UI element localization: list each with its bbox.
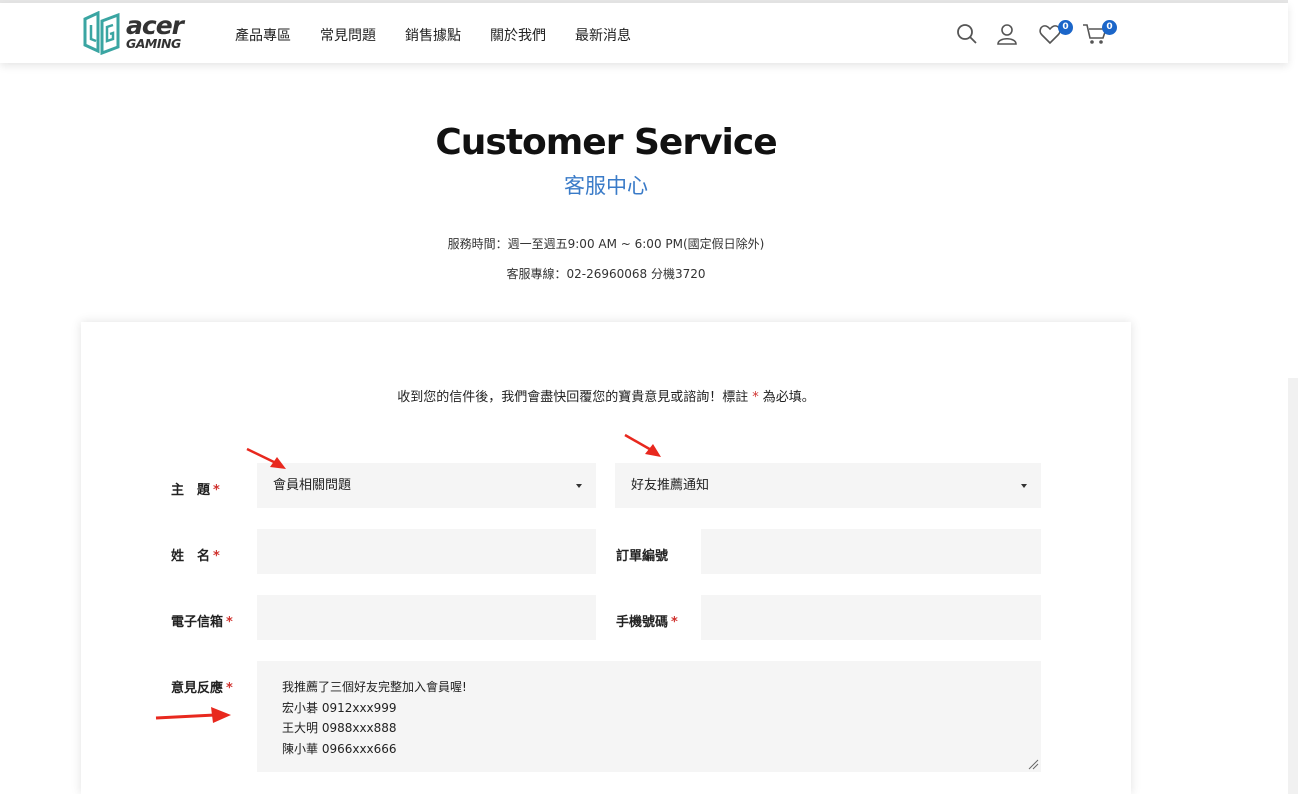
feedback-label: 意見反應 *: [171, 677, 233, 696]
subject-select[interactable]: 會員相關問題: [257, 463, 596, 508]
chevron-down-icon: [1021, 484, 1027, 488]
phone-label: 手機號碼 *: [616, 611, 678, 630]
nav-faq[interactable]: 常見問題: [320, 25, 376, 45]
annotation-arrow-icon: [155, 707, 231, 723]
search-icon: [957, 24, 977, 44]
nav-about[interactable]: 關於我們: [490, 25, 546, 45]
phone-field[interactable]: [701, 595, 1041, 640]
required-mark: *: [226, 681, 233, 696]
page-subtitle: 客服中心: [564, 174, 648, 198]
subject-detail-value: 好友推薦通知: [631, 478, 710, 493]
contact-form-card: 收到您的信件後，我們會盡快回覆您的寶貴意見或諮詢！標註 * 為必填。 主 題 * 會員…: [81, 322, 1131, 794]
logo-mark-icon: [83, 10, 120, 56]
service-hours: 服務時間：週一至週五9:00 AM ~ 6:00 PM(國定假日除外): [447, 237, 765, 251]
notice-text-end: 為必填。: [762, 390, 815, 405]
phone-label-text: 手機號碼: [616, 615, 669, 630]
wishlist-count-badge: 0: [1058, 20, 1073, 35]
feedback-line: 王大明 0988xxx888: [282, 721, 397, 735]
feedback-textarea[interactable]: 我推薦了三個好友完整加入會員喔! 宏小碁 0912xxx999 王大明 0988…: [257, 661, 1041, 772]
notice-required-mark: *: [752, 390, 759, 405]
nav-news[interactable]: 最新消息: [575, 25, 631, 45]
search-button[interactable]: [955, 22, 981, 48]
service-hotline: 客服專線：02-26960068 分機3720: [506, 267, 706, 281]
nav-products[interactable]: 產品專區: [235, 25, 291, 45]
scrollbar-track[interactable]: [1288, 378, 1298, 794]
annotation-arrow-icon: [246, 447, 286, 469]
form-notice: 收到您的信件後，我們會盡快回覆您的寶貴意見或諮詢！標註 * 為必填。: [81, 386, 1131, 405]
subject-select-value: 會員相關問題: [273, 478, 352, 493]
name-label-text: 姓 名: [171, 549, 211, 564]
cart-button[interactable]: 0: [1082, 20, 1117, 48]
email-label: 電子信箱 *: [171, 611, 233, 630]
subject-detail-select[interactable]: 好友推薦通知: [615, 463, 1041, 508]
feedback-line: 陳小華 0966xxx666: [282, 741, 397, 756]
account-button[interactable]: [995, 22, 1021, 48]
feedback-label-text: 意見反應: [171, 681, 224, 696]
chevron-down-icon: [576, 484, 582, 488]
site-header: acer GAMING 產品專區 常見問題 銷售據點 關於我們 最新消息 0 0: [0, 3, 1288, 63]
logo-subtext: GAMING: [126, 36, 181, 51]
required-mark: *: [226, 615, 233, 630]
required-mark: *: [213, 549, 220, 564]
order-number-label: 訂單編號: [616, 549, 669, 564]
required-mark: *: [671, 615, 678, 630]
name-label: 姓 名 *: [171, 545, 220, 564]
email-field[interactable]: [257, 595, 596, 640]
wishlist-button[interactable]: 0: [1038, 20, 1073, 48]
annotation-arrow-icon: [624, 433, 661, 457]
cart-count-badge: 0: [1102, 20, 1117, 35]
subject-label-text: 主 題: [171, 483, 211, 498]
feedback-line: 我推薦了三個好友完整加入會員喔!: [282, 680, 467, 694]
required-mark: *: [213, 483, 220, 498]
notice-text: 收到您的信件後，我們會盡快回覆您的寶貴意見或諮詢！標註: [397, 390, 749, 405]
feedback-line: 宏小碁 0912xxx999: [282, 700, 397, 715]
order-number-field[interactable]: [701, 529, 1041, 574]
email-label-text: 電子信箱: [171, 615, 224, 630]
main-nav: 產品專區 常見問題 銷售據點 關於我們 最新消息: [235, 25, 631, 45]
acer-gaming-logo[interactable]: acer GAMING: [80, 10, 195, 57]
nav-stores[interactable]: 銷售據點: [405, 25, 461, 45]
resize-handle-icon[interactable]: [1027, 758, 1039, 770]
page-title: Customer Service: [435, 122, 777, 163]
user-icon: [997, 24, 1017, 45]
subject-label: 主 題 *: [171, 479, 220, 498]
name-field[interactable]: [257, 529, 596, 574]
